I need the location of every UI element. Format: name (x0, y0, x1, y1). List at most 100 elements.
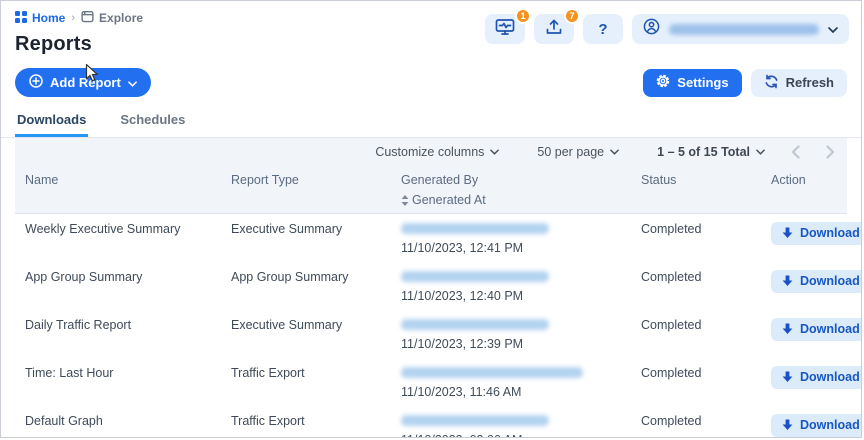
cell-name: Weekly Executive Summary (25, 222, 181, 236)
tab-schedules[interactable]: Schedules (118, 110, 187, 137)
chevron-down-icon (610, 149, 619, 155)
cell-action: Download (761, 270, 861, 303)
download-button[interactable]: Download (771, 270, 861, 293)
generated-by-redacted (401, 367, 583, 378)
account-email-redacted (669, 23, 819, 35)
download-label: Download (800, 418, 860, 432)
download-button[interactable]: Download (771, 366, 861, 389)
header-generated-at-label: Generated At (412, 193, 486, 207)
per-page-dropdown[interactable]: 50 per page (537, 145, 619, 159)
reports-page: Home › Explore Reports 1 7 ? Add Report … (0, 0, 862, 438)
breadcrumb-home-label: Home (32, 11, 66, 25)
generated-by-redacted (401, 319, 549, 330)
download-icon (782, 275, 793, 286)
cell-generated: 11/10/2023, 11:46 AM (391, 366, 631, 399)
download-icon (782, 371, 793, 382)
cell-action: Download (761, 366, 861, 399)
download-label: Download (800, 322, 860, 336)
grid-icon (15, 10, 27, 26)
upload-badge: 7 (564, 8, 580, 24)
chevron-down-icon (756, 149, 765, 155)
table-row: Daily Traffic Report Executive Summary 1… (15, 310, 861, 358)
topbar-controls: 1 7 ? (485, 8, 849, 44)
cell-report-type: Executive Summary (231, 318, 343, 332)
table-body: Weekly Executive Summary Executive Summa… (15, 214, 861, 437)
add-report-label: Add Report (50, 75, 121, 90)
cell-name: App Group Summary (25, 270, 143, 284)
table-toolbar: Customize columns 50 per page 1 – 5 of 1… (15, 138, 847, 166)
monitor-badge: 1 (515, 8, 531, 24)
prev-page-icon[interactable] (791, 145, 800, 159)
breadcrumb-home-link[interactable]: Home (15, 10, 66, 26)
breadcrumb-explore: Explore (81, 10, 143, 26)
add-report-button[interactable]: Add Report (15, 68, 151, 97)
pagination-range-dropdown[interactable]: 1 – 5 of 15 Total (657, 145, 765, 159)
cell-report-type: Traffic Export (231, 366, 305, 380)
table-row: Default Graph Traffic Export 11/10/2023,… (15, 406, 861, 437)
tab-bar: Downloads Schedules (1, 110, 861, 138)
table-row: App Group Summary App Group Summary 11/1… (15, 262, 861, 310)
cell-name: Time: Last Hour (25, 366, 114, 380)
cell-generated-at: 11/10/2023, 12:39 PM (401, 337, 524, 351)
account-menu-button[interactable] (632, 14, 849, 44)
user-icon (643, 18, 660, 40)
gear-icon (656, 74, 670, 91)
pagination-range-label: 1 – 5 of 15 Total (657, 145, 750, 159)
sort-icon (401, 194, 409, 206)
generated-by-redacted (401, 223, 549, 234)
system-monitor-button[interactable]: 1 (485, 8, 531, 44)
header-generated-at[interactable]: Generated At (401, 193, 631, 207)
next-page-icon[interactable] (826, 145, 835, 159)
reports-table: Customize columns 50 per page 1 – 5 of 1… (15, 138, 861, 437)
breadcrumb-explore-label: Explore (99, 11, 144, 25)
tab-downloads[interactable]: Downloads (15, 110, 89, 137)
refresh-label: Refresh (785, 75, 834, 90)
download-button[interactable]: Download (771, 318, 861, 341)
pagination-arrows (791, 145, 835, 159)
action-row: Add Report Settings Refresh (1, 68, 861, 97)
cell-generated: 11/10/2023, 12:40 PM (391, 270, 631, 303)
download-icon (782, 227, 793, 238)
upload-icon (545, 18, 563, 41)
breadcrumb-separator: › (71, 12, 76, 24)
help-button[interactable]: ? (583, 14, 623, 44)
upload-button[interactable]: 7 (534, 8, 580, 44)
table-row: Weekly Executive Summary Executive Summa… (15, 214, 861, 262)
header-action: Action (771, 173, 806, 187)
cell-report-type: Traffic Export (231, 414, 305, 428)
monitor-pulse-icon (495, 18, 515, 41)
customize-columns-label: Customize columns (375, 145, 485, 159)
cell-name: Default Graph (25, 414, 103, 428)
table-row: Time: Last Hour Traffic Export 11/10/202… (15, 358, 861, 406)
explore-icon (81, 10, 94, 26)
header-generated: Generated By Generated At (391, 173, 631, 207)
header-name[interactable]: Name (15, 173, 221, 207)
per-page-label: 50 per page (537, 145, 605, 159)
cell-generated-at: 11/10/2023, 12:40 PM (401, 289, 524, 303)
header-status[interactable]: Status (631, 173, 761, 207)
download-button[interactable]: Download (771, 414, 861, 437)
cell-generated-at: 11/10/2023, 03:06 AM (401, 433, 631, 437)
settings-button[interactable]: Settings (643, 68, 742, 97)
header-report-type[interactable]: Report Type (221, 173, 391, 207)
header-generated-by[interactable]: Generated By (401, 173, 631, 187)
cell-status: Completed (641, 318, 702, 332)
table-header: Name Report Type Generated By Generated … (15, 166, 847, 214)
cell-generated: 11/10/2023, 12:41 PM (391, 222, 631, 255)
cell-report-type: Executive Summary (231, 222, 343, 236)
settings-label: Settings (677, 75, 729, 90)
download-icon (782, 419, 793, 430)
download-label: Download (800, 226, 860, 240)
download-label: Download (800, 370, 860, 384)
cell-report-type: App Group Summary (231, 270, 349, 284)
plus-circle-icon (29, 74, 43, 91)
cell-action: Download (761, 222, 861, 255)
cell-action: Download (761, 414, 861, 437)
cell-generated-at: 11/10/2023, 11:46 AM (401, 385, 522, 399)
generated-by-redacted (401, 271, 549, 282)
cell-generated: 11/10/2023, 03:06 AM (391, 414, 631, 437)
refresh-button[interactable]: Refresh (750, 68, 847, 97)
cell-generated-at: 11/10/2023, 12:41 PM (401, 241, 524, 255)
customize-columns-dropdown[interactable]: Customize columns (375, 145, 500, 159)
download-button[interactable]: Download (771, 222, 861, 245)
